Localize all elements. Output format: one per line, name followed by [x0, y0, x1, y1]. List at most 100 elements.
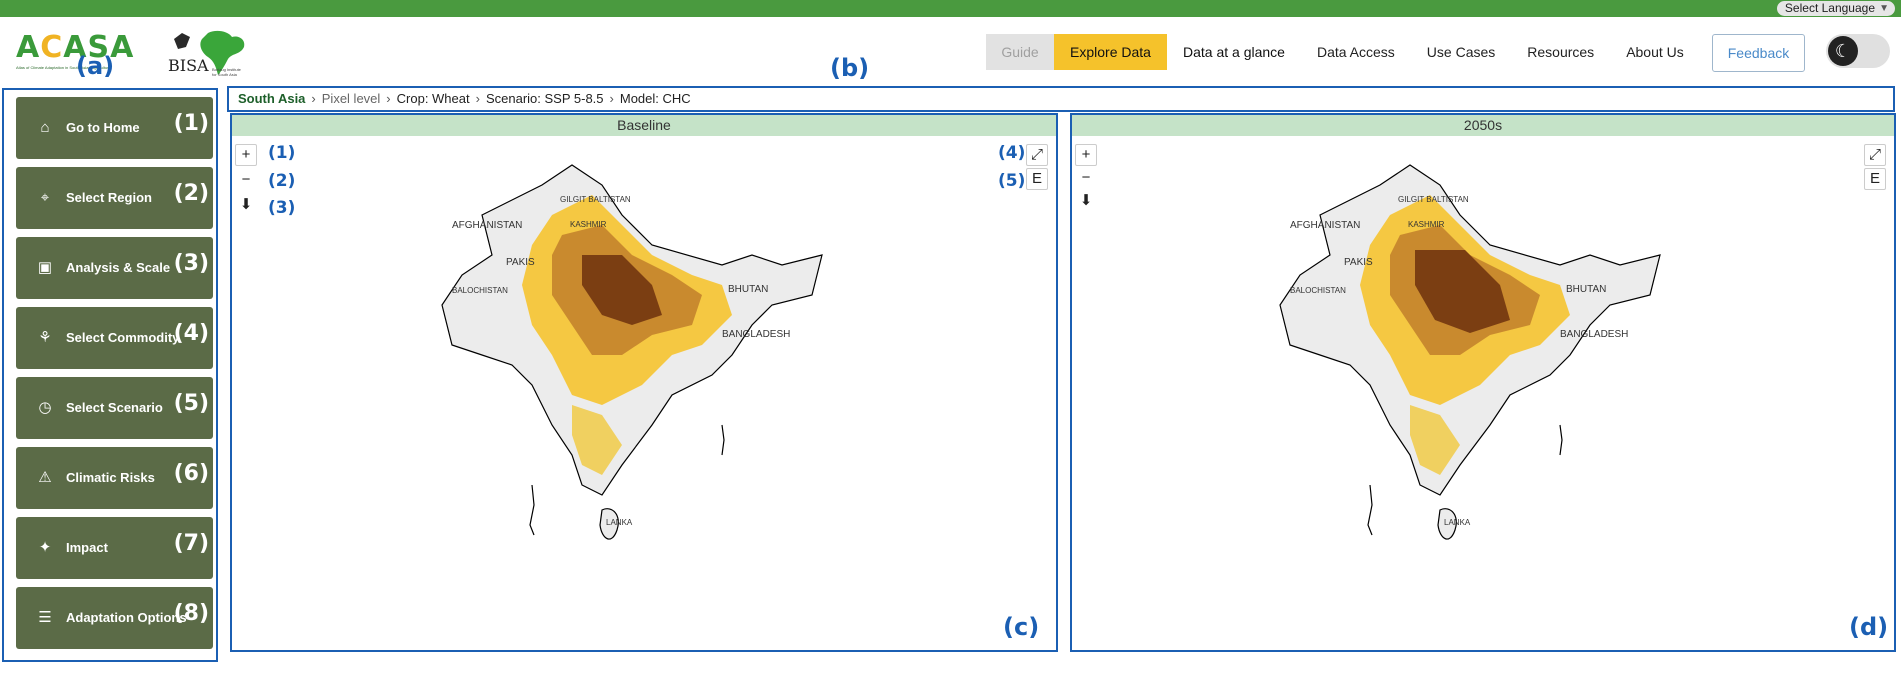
svg-text:for South Asia: for South Asia: [212, 72, 238, 77]
south-asia-map[interactable]: AFGHANISTAN GILGIT BALTISTAN KASHMIR PAK…: [1260, 155, 1680, 625]
theme-toggle[interactable]: ☾: [1826, 34, 1890, 68]
breadcrumb-level[interactable]: Pixel level: [322, 91, 381, 106]
sidebar-item-select-commodity[interactable]: ⚘ Select Commodity (4): [16, 307, 213, 369]
panel-title: 2050s: [1072, 115, 1894, 136]
chevron-down-icon: ▼: [1879, 3, 1889, 14]
sidebar-item-number: (3): [173, 251, 209, 276]
map-label-sri-lanka: LANKA: [606, 518, 633, 527]
zoom-in-button[interactable]: +: [235, 144, 257, 166]
annotation-a: (a): [76, 52, 115, 80]
map-label-pakistan: PAKIS: [506, 257, 535, 268]
chevron-right-icon: ›: [475, 91, 480, 106]
zoom-in-button[interactable]: +: [1075, 144, 1097, 166]
nav-about-us[interactable]: About Us: [1610, 34, 1700, 70]
nav-guide[interactable]: Guide: [986, 34, 1054, 70]
sidebar-item-select-scenario[interactable]: ◷ Select Scenario (5): [16, 377, 213, 439]
sidebar-item-label: Select Commodity: [66, 330, 180, 345]
breadcrumb-region[interactable]: South Asia: [238, 91, 305, 106]
bisa-map-icon: BISA Borlaug Institute for South Asia: [168, 30, 245, 77]
download-icon[interactable]: ⬇: [235, 195, 257, 217]
export-button[interactable]: E: [1026, 168, 1048, 190]
chevron-right-icon: ›: [609, 91, 614, 106]
map-label-bangladesh: BANGLADESH: [722, 329, 790, 340]
language-label: Select Language: [1784, 1, 1875, 15]
map-label-gilgit-baltistan: GILGIT BALTISTAN: [1398, 195, 1469, 204]
map-label-bhutan: BHUTAN: [728, 284, 768, 295]
sidebar-item-label: Analysis & Scale: [66, 260, 171, 275]
nav-explore-data[interactable]: Explore Data: [1054, 34, 1167, 70]
annotation-d: (d): [1849, 613, 1889, 641]
fullscreen-icon[interactable]: ⤢: [1864, 144, 1886, 166]
sidebar-item-number: (8): [173, 601, 209, 626]
annotation-control-2: (2): [268, 171, 296, 191]
sidebar-item-number: (7): [173, 531, 209, 556]
map-label-pakistan: PAKIS: [1344, 257, 1373, 268]
annotation-control-1: (1): [268, 143, 296, 163]
export-button[interactable]: E: [1864, 168, 1886, 190]
map-label-bhutan: BHUTAN: [1566, 284, 1606, 295]
zoom-out-button[interactable]: −: [1075, 168, 1097, 190]
nav-data-at-a-glance[interactable]: Data at a glance: [1167, 34, 1301, 70]
crop-icon: ⚘: [38, 329, 52, 346]
map-pin-icon: ⌖: [40, 189, 50, 206]
map-label-bangladesh: BANGLADESH: [1560, 329, 1628, 340]
chevron-right-icon: ›: [386, 91, 391, 106]
map-label-kashmir: KASHMIR: [1408, 220, 1445, 229]
panel-title: Baseline: [232, 115, 1056, 136]
sidebar-item-select-region[interactable]: ⌖ Select Region (2): [16, 167, 213, 229]
sidebar-item-number: (1): [173, 111, 209, 136]
sidebar-item-number: (2): [173, 181, 209, 206]
zoom-out-button[interactable]: −: [235, 170, 257, 192]
sparkle-icon: ✦: [38, 539, 52, 556]
sidebar-item-climatic-risks[interactable]: ⚠ Climatic Risks (6): [16, 447, 213, 509]
sidebar-item-analysis-scale[interactable]: ▣ Analysis & Scale (3): [16, 237, 213, 299]
map-panel-2050s: 2050s + − ⬇ ⤢ E AFGHANISTAN GILGIT BALTI…: [1070, 113, 1896, 652]
sidebar-item-label: Adaptation Options: [66, 610, 187, 625]
annotation-c: (c): [1003, 613, 1040, 641]
map-panel-baseline: Baseline + − ⬇ (1) (2) (3) ⤢ E (4) (5) A…: [230, 113, 1058, 652]
sidebar-item-adaptation-options[interactable]: ☰ Adaptation Options (8): [16, 587, 213, 649]
breadcrumb-scenario[interactable]: Scenario: SSP 5-8.5: [486, 91, 604, 106]
language-select[interactable]: Select Language ▼: [1776, 1, 1895, 16]
sidebar-item-number: (6): [173, 461, 209, 486]
annotation-control-4: (4): [998, 143, 1026, 163]
fullscreen-icon[interactable]: ⤢: [1026, 144, 1048, 166]
nav-data-access[interactable]: Data Access: [1301, 34, 1411, 70]
main-nav: Guide Explore Data Data at a glance Data…: [986, 34, 1700, 70]
warning-icon: ⚠: [38, 469, 52, 486]
nav-resources[interactable]: Resources: [1511, 34, 1610, 70]
breadcrumb: South Asia › Pixel level › Crop: Wheat › Scena…: [227, 86, 1895, 112]
map-label-kashmir: KASHMIR: [570, 220, 607, 229]
bisa-logo[interactable]: BISA Borlaug Institute for South Asia: [168, 27, 278, 79]
sidebar-item-label: Select Region: [66, 190, 152, 205]
annotation-b: (b): [830, 54, 870, 82]
site-header: ACASA Atlas of Climate Adaptation in Sou…: [0, 17, 1901, 87]
map-label-afghanistan: AFGHANISTAN: [1290, 220, 1360, 231]
sidebar-item-label: Go to Home: [66, 120, 140, 135]
south-asia-map[interactable]: AFGHANISTAN GILGIT BALTISTAN KASHMIR PAK…: [422, 155, 842, 625]
map-label-gilgit-baltistan: GILGIT BALTISTAN: [560, 195, 631, 204]
map-label-afghanistan: AFGHANISTAN: [452, 220, 522, 231]
top-strip: Select Language ▼: [0, 0, 1901, 17]
sidebar-item-impact[interactable]: ✦ Impact (7): [16, 517, 213, 579]
sidebar-item-label: Impact: [66, 540, 108, 555]
svg-text:BISA: BISA: [168, 56, 209, 75]
home-icon: ⌂: [40, 119, 50, 136]
sidebar-item-label: Climatic Risks: [66, 470, 155, 485]
map-label-balochistan: BALOCHISTAN: [452, 286, 508, 295]
sliders-icon: ☰: [38, 609, 52, 626]
sidebar-item-number: (4): [173, 321, 209, 346]
annotation-control-3: (3): [268, 198, 296, 218]
sidebar-item-number: (5): [173, 391, 209, 416]
breadcrumb-crop[interactable]: Crop: Wheat: [397, 91, 470, 106]
moon-icon: ☾: [1828, 36, 1858, 66]
breadcrumb-model[interactable]: Model: CHC: [620, 91, 691, 106]
map-label-balochistan: BALOCHISTAN: [1290, 286, 1346, 295]
download-icon[interactable]: ⬇: [1075, 191, 1097, 213]
feedback-button[interactable]: Feedback: [1712, 34, 1805, 72]
sidebar: ⌂ Go to Home (1) ⌖ Select Region (2) ▣ A…: [2, 88, 218, 662]
map-label-sri-lanka: LANKA: [1444, 518, 1471, 527]
annotation-control-5: (5): [998, 171, 1026, 191]
nav-use-cases[interactable]: Use Cases: [1411, 34, 1511, 70]
sidebar-item-go-to-home[interactable]: ⌂ Go to Home (1): [16, 97, 213, 159]
